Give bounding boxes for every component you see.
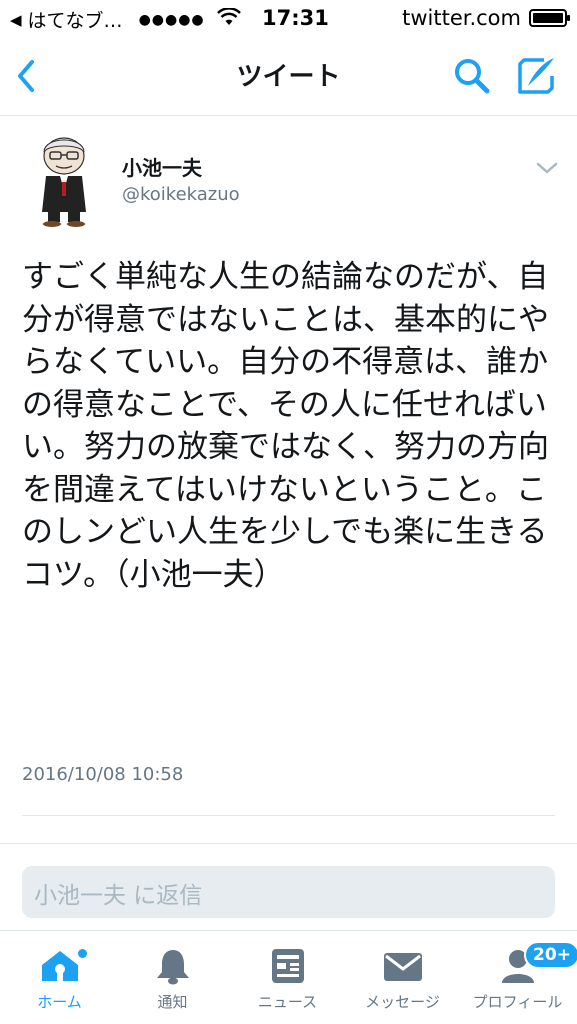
avatar[interactable] [32, 132, 96, 228]
tab-news[interactable]: ニュース [230, 947, 345, 1023]
tab-messages[interactable]: メッセージ [345, 947, 460, 1023]
author-handle[interactable]: @koikekazuo [122, 184, 240, 205]
envelope-icon [383, 953, 422, 981]
notification-badge: 20+ [524, 941, 577, 969]
bell-icon [156, 950, 189, 985]
divider [0, 843, 577, 844]
tab-home[interactable]: ホーム [2, 947, 117, 1023]
home-icon [41, 951, 78, 981]
author-name[interactable]: 小池一夫 [122, 152, 202, 181]
tab-bar: ホーム 通知 ニュース メッセージ 20+ プロフィール [0, 930, 577, 1024]
tab-label: プロフィール [472, 993, 563, 1011]
battery-icon [529, 9, 570, 27]
wifi-icon [216, 7, 241, 31]
tweet-text: すごく単純な人生の結論なのだが、自分が得意ではないことは、基本的にやらなくていい… [22, 259, 549, 593]
tab-label: メッセージ [365, 993, 440, 1011]
tab-label: ニュース [257, 993, 318, 1011]
news-icon [271, 949, 304, 983]
tab-profile[interactable]: 20+ プロフィール [460, 941, 577, 1023]
chevron-down-icon[interactable] [534, 158, 560, 178]
tab-notifications[interactable]: 通知 [115, 947, 230, 1023]
status-bar-left: ◀ はてなブ… ●●●●● [10, 6, 241, 33]
reply-input[interactable]: 小池一夫 に返信 [22, 866, 555, 918]
search-icon[interactable] [450, 54, 494, 98]
back-to-app-label[interactable]: はてなブ… [28, 6, 123, 33]
status-bar-right: twitter.com [402, 6, 570, 30]
home-unread-dot [78, 949, 87, 958]
nav-bar: ツイート [0, 36, 577, 116]
tweet-timestamp: 2016/10/08 10:58 [22, 764, 184, 785]
tab-label: ホーム [37, 993, 82, 1011]
back-to-app-icon[interactable]: ◀ [10, 11, 22, 29]
clock: 17:31 [262, 6, 329, 30]
divider [22, 815, 555, 816]
domain-label: twitter.com [402, 6, 521, 30]
signal-strength-icon: ●●●●● [138, 11, 205, 28]
tab-label: 通知 [157, 993, 188, 1011]
status-bar: ◀ はてなブ… ●●●●● 17:31 twitter.com [0, 0, 577, 36]
compose-icon[interactable] [514, 54, 558, 98]
